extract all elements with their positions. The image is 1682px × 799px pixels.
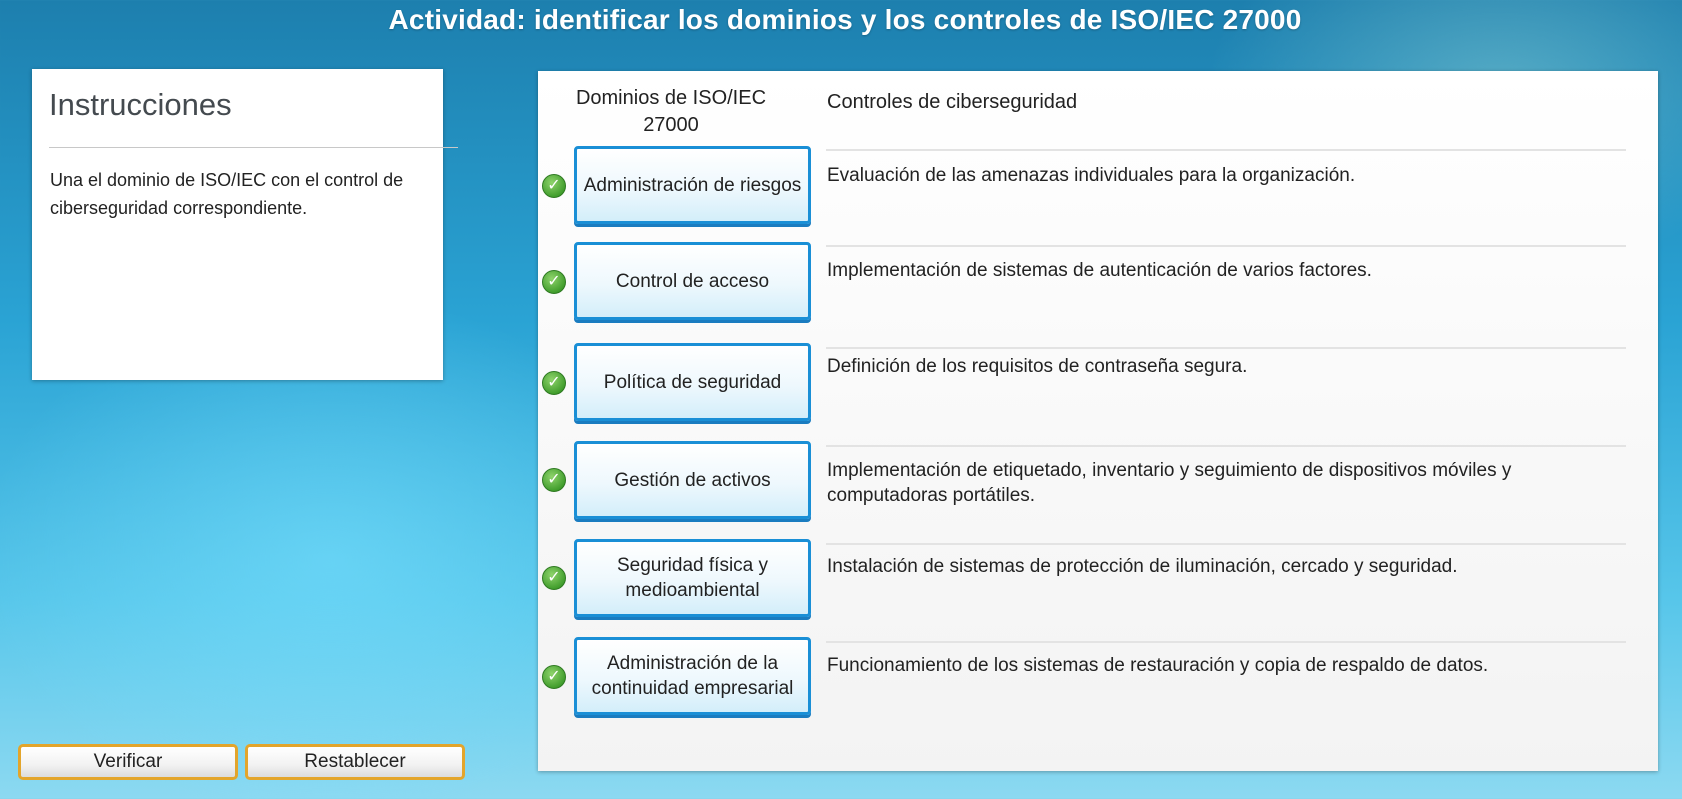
domain-card-risk-management[interactable]: Administración de riesgos xyxy=(574,146,811,224)
controls-column-header: Controles de ciberseguridad xyxy=(827,91,1078,113)
row-divider xyxy=(826,641,1626,643)
domains-column-header: Dominios de ISO/IEC 27000 xyxy=(575,87,767,136)
domain-card-access-control[interactable]: Control de acceso xyxy=(574,242,811,320)
instructions-divider xyxy=(49,147,458,148)
check-circle-icon: ✓ xyxy=(542,371,566,395)
check-circle-icon: ✓ xyxy=(542,468,566,492)
check-circle-icon: ✓ xyxy=(542,665,566,689)
domain-card-asset-management[interactable]: Gestión de activos xyxy=(574,441,811,519)
control-text: Instalación de sistemas de protección de… xyxy=(827,556,1458,577)
control-text: Implementación de etiquetado, inventario… xyxy=(827,460,1512,506)
row-divider xyxy=(826,149,1626,151)
activity-panel: Dominios de ISO/IEC 27000 Controles de c… xyxy=(538,71,1658,771)
reset-button[interactable]: Restablecer xyxy=(245,744,465,780)
instructions-text: Una el dominio de ISO/IEC con el control… xyxy=(50,170,404,218)
row-divider xyxy=(826,347,1626,349)
instructions-panel: Instrucciones Una el dominio de ISO/IEC … xyxy=(32,69,458,380)
check-circle-icon: ✓ xyxy=(542,174,566,198)
row-divider xyxy=(826,445,1626,447)
verify-button[interactable]: Verificar xyxy=(18,744,238,780)
row-divider xyxy=(826,245,1626,247)
check-circle-icon: ✓ xyxy=(542,566,566,590)
control-text: Evaluación de las amenazas individuales … xyxy=(827,165,1356,186)
domain-card-business-continuity[interactable]: Administración de la continuidad empresa… xyxy=(574,637,811,715)
check-circle-icon: ✓ xyxy=(542,270,566,294)
control-text: Implementación de sistemas de autenticac… xyxy=(827,260,1372,281)
instructions-heading: Instrucciones xyxy=(49,87,232,122)
control-text: Definición de los requisitos de contrase… xyxy=(827,356,1248,377)
row-divider xyxy=(826,543,1626,545)
control-text: Funcionamiento de los sistemas de restau… xyxy=(827,655,1489,676)
domain-card-security-policy[interactable]: Política de seguridad xyxy=(574,343,811,421)
activity-title: Actividad: identificar los dominios y lo… xyxy=(388,4,1302,35)
domain-card-physical-security[interactable]: Seguridad física y medioambiental xyxy=(574,539,811,617)
